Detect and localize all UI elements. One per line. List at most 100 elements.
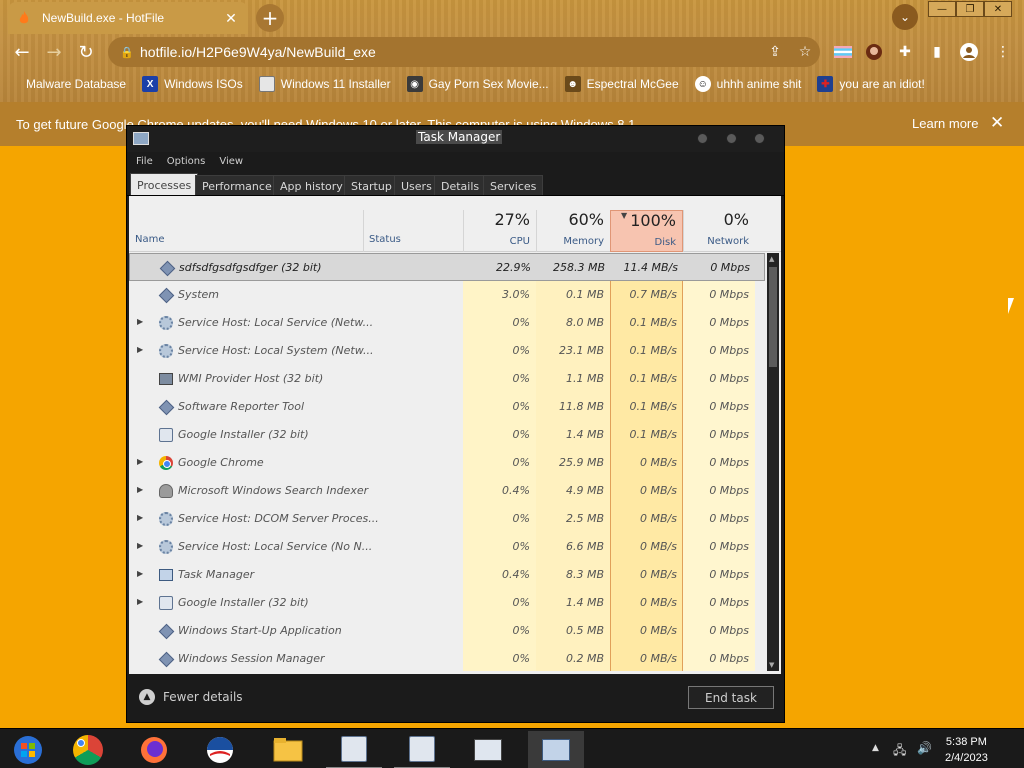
minimize-icon[interactable]: — bbox=[928, 1, 956, 17]
expand-arrow-icon[interactable]: ▶ bbox=[137, 485, 143, 494]
new-tab-button[interactable]: + bbox=[256, 4, 284, 32]
process-name: Google Chrome bbox=[178, 456, 264, 469]
process-memory: 6.6 MB bbox=[565, 540, 604, 553]
back-icon[interactable]: ← bbox=[8, 38, 36, 66]
sort-down-icon: ▼ bbox=[621, 211, 628, 220]
process-disk: 0.7 MB/s bbox=[629, 288, 677, 301]
network-icon[interactable]: 🖧 bbox=[893, 741, 906, 762]
tab-performance[interactable]: Performance bbox=[195, 175, 279, 196]
expand-arrow-icon[interactable]: ▶ bbox=[137, 597, 143, 606]
bookmark-windows-11-installer[interactable]: Windows 11 Installer bbox=[258, 76, 391, 92]
start-button[interactable] bbox=[0, 731, 56, 768]
scroll-thumb[interactable] bbox=[769, 267, 777, 367]
learn-more-link[interactable]: Learn more bbox=[912, 116, 978, 131]
process-row[interactable]: Windows Session Manager 0% 0.2 MB 0 MB/s 0 M… bbox=[129, 645, 765, 671]
tab-users[interactable]: Users bbox=[394, 175, 439, 196]
vertical-scrollbar[interactable]: ▲ ▼ bbox=[767, 253, 779, 671]
service-gear-icon bbox=[158, 315, 174, 331]
forward-icon[interactable]: → bbox=[40, 38, 68, 66]
tab-services[interactable]: Services bbox=[483, 175, 544, 196]
extension-flag-icon[interactable] bbox=[832, 41, 854, 63]
bookmark-espectral-mcgee[interactable]: ☻ Espectral McGee bbox=[564, 76, 679, 92]
process-cpu: 0% bbox=[512, 596, 530, 609]
tray-chevron-up-icon[interactable]: ▲ bbox=[872, 743, 879, 753]
process-row[interactable]: Windows Start-Up Application 0% 0.5 MB 0 MB… bbox=[129, 617, 765, 645]
close-window-icon[interactable]: ✕ bbox=[984, 1, 1012, 17]
taskbar-chrome[interactable] bbox=[60, 731, 116, 768]
menu-view[interactable]: View bbox=[219, 156, 243, 167]
process-row[interactable]: ▶ Google Installer (32 bit) 0% 1.4 MB 0 MB/s… bbox=[129, 589, 765, 617]
fewer-details-button[interactable]: ▲ Fewer details bbox=[139, 689, 243, 705]
extensions-puzzle-icon[interactable]: ✚ bbox=[894, 41, 916, 63]
menu-kebab-icon[interactable]: ⋮ bbox=[992, 41, 1014, 63]
extension-avatar-icon[interactable] bbox=[863, 41, 885, 63]
minimize-icon[interactable] bbox=[697, 133, 708, 144]
process-name: sdfsdfgsdfgsdfger (32 bit) bbox=[179, 261, 322, 274]
tab-close-icon[interactable]: ✕ bbox=[222, 10, 240, 27]
infobar-close-icon[interactable]: ✕ bbox=[990, 113, 1004, 133]
maximize-icon[interactable] bbox=[726, 133, 737, 144]
process-row[interactable]: ▶ Service Host: Local Service (Netw... 0% 8… bbox=[129, 309, 765, 337]
side-panel-icon[interactable]: ▮ bbox=[926, 41, 948, 63]
taskbar-obama-app[interactable] bbox=[192, 731, 248, 768]
profile-icon[interactable] bbox=[958, 41, 980, 63]
menu-file[interactable]: File bbox=[136, 156, 153, 167]
bookmark-star-icon[interactable]: ☆ bbox=[790, 44, 820, 60]
bookmark-movie[interactable]: ◉ Gay Porn Sex Movie... bbox=[406, 76, 549, 92]
system-clock[interactable]: 5:38 PM 2/4/2023 bbox=[945, 734, 988, 766]
reload-icon[interactable]: ↻ bbox=[72, 38, 100, 66]
header-disk[interactable]: ▼ 100% Disk bbox=[610, 210, 683, 252]
restore-icon[interactable]: ❐ bbox=[956, 1, 984, 17]
scroll-down-icon[interactable]: ▼ bbox=[769, 661, 774, 669]
bookmark-malware-database[interactable]: Malware Database bbox=[12, 76, 126, 92]
process-row[interactable]: ▶ Service Host: Local Service (No N... 0% 6… bbox=[129, 533, 765, 561]
expand-arrow-icon[interactable]: ▶ bbox=[137, 317, 143, 326]
scroll-up-icon[interactable]: ▲ bbox=[769, 255, 774, 263]
volume-icon[interactable]: 🔊 bbox=[917, 741, 932, 755]
menu-options[interactable]: Options bbox=[167, 156, 206, 167]
task-manager-titlebar[interactable]: Task Manager bbox=[127, 126, 784, 152]
taskbar-installer-1[interactable] bbox=[326, 731, 382, 768]
expand-arrow-icon[interactable]: ▶ bbox=[137, 345, 143, 354]
process-row[interactable]: WMI Provider Host (32 bit) 0% 1.1 MB 0.1 MB… bbox=[129, 365, 765, 393]
browser-tab[interactable]: NewBuild.exe - HotFile ✕ bbox=[8, 2, 248, 34]
tab-app-history[interactable]: App history bbox=[273, 175, 350, 196]
share-icon[interactable]: ⇪ bbox=[760, 44, 790, 60]
folder-icon bbox=[273, 738, 303, 762]
bookmark-windows-isos[interactable]: X Windows ISOs bbox=[142, 76, 243, 92]
window-title: Task Manager bbox=[416, 130, 503, 144]
bookmark-anime[interactable]: ☺ uhhh anime shit bbox=[694, 76, 801, 92]
header-network[interactable]: 0% Network bbox=[683, 210, 755, 252]
process-row[interactable]: Google Installer (32 bit) 0% 1.4 MB 0.1 MB/… bbox=[129, 421, 765, 449]
header-name[interactable]: Name bbox=[135, 234, 165, 245]
taskbar-installer-2[interactable] bbox=[394, 731, 450, 768]
bookmark-you-are-an-idiot[interactable]: ✚ you are an idiot! bbox=[817, 76, 925, 92]
taskbar-file-explorer[interactable] bbox=[260, 731, 316, 768]
process-row[interactable]: ▶ Google Chrome 0% 25.9 MB 0 MB/s 0 Mbps bbox=[129, 449, 765, 477]
expand-arrow-icon[interactable]: ▶ bbox=[137, 513, 143, 522]
url-text[interactable]: hotfile.io/H2P6e9W4ya/NewBuild_exe bbox=[140, 44, 760, 60]
close-icon[interactable] bbox=[754, 133, 765, 144]
header-memory[interactable]: 60% Memory bbox=[536, 210, 610, 252]
process-row[interactable]: System 3.0% 0.1 MB 0.7 MB/s 0 Mbps bbox=[129, 281, 765, 309]
expand-arrow-icon[interactable]: ▶ bbox=[137, 569, 143, 578]
process-row[interactable]: ▶ Service Host: DCOM Server Proces... 0% 2.… bbox=[129, 505, 765, 533]
expand-arrow-icon[interactable]: ▶ bbox=[137, 541, 143, 550]
process-row[interactable]: Software Reporter Tool 0% 11.8 MB 0.1 MB/s 0… bbox=[129, 393, 765, 421]
taskbar-task-manager[interactable] bbox=[528, 731, 584, 768]
process-row[interactable]: sdfsdfgsdfgsdfger (32 bit) 22.9% 258.3 MB 1… bbox=[129, 253, 765, 281]
tab-details[interactable]: Details bbox=[434, 175, 487, 196]
process-row[interactable]: ▶ Service Host: Local System (Netw... 0% 23… bbox=[129, 337, 765, 365]
process-row[interactable]: ▶ Task Manager 0.4% 8.3 MB 0 MB/s 0 Mbps bbox=[129, 561, 765, 589]
taskbar-window-app[interactable] bbox=[460, 731, 516, 768]
tab-startup[interactable]: Startup bbox=[344, 175, 399, 196]
process-row[interactable]: ▶ Microsoft Windows Search Indexer 0.4% 4.9… bbox=[129, 477, 765, 505]
address-bar[interactable]: 🔒 hotfile.io/H2P6e9W4ya/NewBuild_exe ⇪ ☆ bbox=[108, 37, 820, 67]
tab-search-icon[interactable]: ⌄ bbox=[892, 4, 918, 30]
header-cpu[interactable]: 27% CPU bbox=[463, 210, 536, 252]
header-status[interactable]: Status bbox=[369, 234, 401, 245]
tab-processes[interactable]: Processes bbox=[130, 173, 199, 196]
end-task-button[interactable]: End task bbox=[688, 686, 774, 709]
taskbar-firefox[interactable] bbox=[126, 731, 182, 768]
expand-arrow-icon[interactable]: ▶ bbox=[137, 457, 143, 466]
